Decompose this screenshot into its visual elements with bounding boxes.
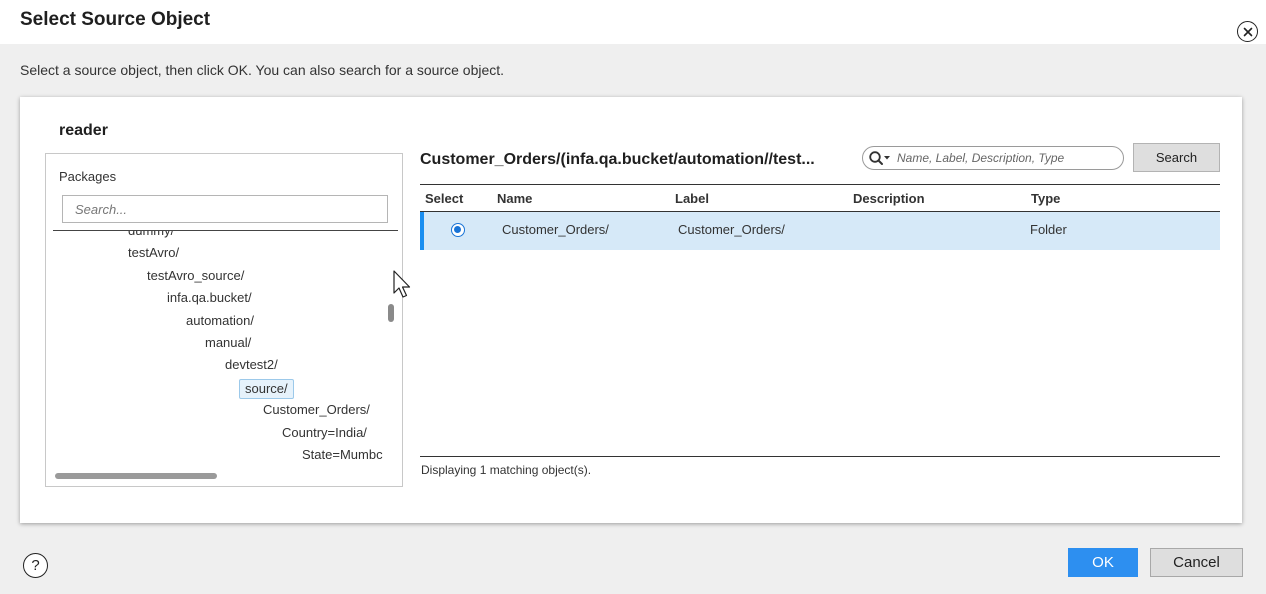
cell-label: Customer_Orders/ [678, 222, 785, 237]
help-button[interactable]: ? [23, 553, 48, 578]
object-search-box[interactable] [862, 146, 1124, 170]
cell-type: Folder [1030, 222, 1067, 237]
object-search-input[interactable] [897, 149, 1117, 167]
grid-bottom-border [420, 456, 1220, 457]
tree-node[interactable]: devtest2/ [220, 356, 283, 374]
tree-node[interactable]: testAvro/ [123, 244, 184, 262]
grid-header: Select Name Label Description Type [420, 185, 1220, 212]
close-button[interactable] [1237, 21, 1258, 42]
tree-vertical-scrollbar[interactable] [388, 304, 394, 322]
column-header-label[interactable]: Label [675, 191, 709, 206]
help-icon: ? [31, 557, 40, 574]
packages-panel: Packages dummy/testAvro/testAvro_source/… [45, 153, 403, 487]
row-selected-indicator [420, 212, 424, 250]
table-row[interactable]: Customer_Orders/ Customer_Orders/ Folder [420, 212, 1220, 250]
packages-search-input[interactable] [62, 195, 388, 223]
packages-label: Packages [59, 169, 117, 184]
column-header-select[interactable]: Select [425, 191, 463, 206]
column-header-description[interactable]: Description [853, 191, 925, 206]
dialog-title: Select Source Object [20, 9, 211, 30]
package-tree: dummy/testAvro/testAvro_source/infa.qa.b… [46, 231, 386, 461]
tree-node-selected[interactable]: source/ [239, 379, 294, 399]
column-header-name[interactable]: Name [497, 191, 532, 206]
search-button[interactable]: Search [1133, 143, 1220, 172]
result-count-status: Displaying 1 matching object(s). [421, 463, 592, 477]
dialog-header: Select Source Object [0, 0, 1266, 44]
connection-name: reader [59, 122, 108, 139]
radio-dot [454, 226, 461, 233]
tree-node[interactable]: State=Mumbc [297, 446, 386, 461]
tree-node[interactable]: testAvro_source/ [142, 267, 249, 285]
dialog-instructions: Select a source object, then click OK. Y… [20, 62, 505, 78]
tree-node[interactable]: dummy/ [123, 231, 179, 240]
ok-button[interactable]: OK [1068, 548, 1138, 577]
tree-node[interactable]: manual/ [200, 334, 256, 352]
search-dropdown-icon[interactable] [868, 150, 894, 166]
cell-name: Customer_Orders/ [502, 222, 609, 237]
tree-node[interactable]: Customer_Orders/ [258, 401, 375, 419]
tree-node[interactable]: automation/ [181, 312, 259, 330]
cancel-button[interactable]: Cancel [1150, 548, 1243, 577]
object-path-title: Customer_Orders/(infa.qa.bucket/automati… [420, 151, 815, 168]
tree-node[interactable]: infa.qa.bucket/ [162, 289, 257, 307]
tree-horizontal-scrollbar[interactable] [55, 473, 217, 479]
close-icon [1243, 27, 1252, 36]
column-header-type[interactable]: Type [1031, 191, 1060, 206]
tree-node[interactable]: Country=India/ [277, 424, 372, 442]
content-panel: reader Packages dummy/testAvro/testAvro_… [20, 97, 1242, 523]
row-select-radio[interactable] [451, 223, 465, 237]
